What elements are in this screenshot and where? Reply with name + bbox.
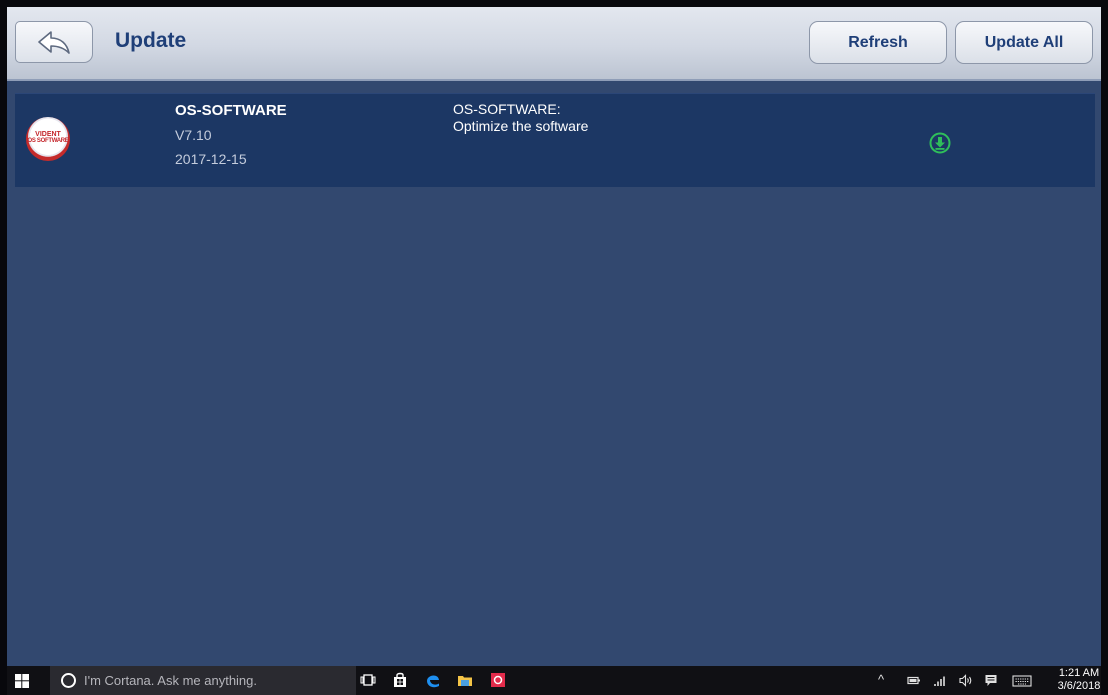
back-button[interactable] [15,21,93,63]
logo-line-2: OS SOFTWARE [27,138,69,144]
list-item[interactable]: VIDENT OS SOFTWARE OS-SOFTWARE V7.10 201… [15,93,1095,187]
update-list: VIDENT OS SOFTWARE OS-SOFTWARE V7.10 201… [15,93,1095,187]
download-icon[interactable] [929,132,951,154]
touch-keyboard-icon[interactable] [1012,674,1032,687]
page-title: Update [115,29,187,52]
description-line-1: OS-SOFTWARE: [453,101,561,117]
windows-taskbar: I'm Cortana. Ask me anything. ^ 1:21 AM … [7,666,1101,695]
file-explorer-icon[interactable] [457,672,473,688]
store-icon[interactable] [392,672,408,688]
wifi-icon[interactable] [934,674,948,687]
system-clock[interactable]: 1:21 AM 3/6/2018 [1057,667,1101,693]
software-description: OS-SOFTWARE: Optimize the software [453,101,588,135]
software-name: OS-SOFTWARE [175,102,287,119]
task-view-icon[interactable] [360,672,376,688]
search-placeholder: I'm Cortana. Ask me anything. [84,673,258,688]
show-hidden-icons-chevron[interactable]: ^ [878,672,884,687]
logo-line-1: VIDENT [35,131,61,138]
edge-browser-icon[interactable] [425,672,441,688]
refresh-button[interactable]: Refresh [809,21,947,64]
windows-start-icon[interactable] [15,674,29,688]
software-logo-icon: VIDENT OS SOFTWARE [26,117,70,161]
app-taskbar-icon[interactable] [490,672,506,688]
battery-icon[interactable] [907,674,921,687]
software-version: V7.10 [175,127,212,143]
back-arrow-icon [38,31,70,54]
update-all-button[interactable]: Update All [955,21,1093,64]
software-date: 2017-12-15 [175,151,247,167]
header-bar: Update Refresh Update All [7,7,1101,81]
volume-icon[interactable] [959,674,973,687]
clock-date: 3/6/2018 [1057,680,1101,692]
clock-time: 1:21 AM [1058,667,1100,679]
update-app-window: Update Refresh Update All VIDENT OS SOFT… [7,7,1101,666]
cortana-icon [61,673,76,688]
cortana-search-box[interactable]: I'm Cortana. Ask me anything. [50,666,356,695]
action-center-icon[interactable] [984,674,998,687]
description-line-2: Optimize the software [453,118,589,134]
